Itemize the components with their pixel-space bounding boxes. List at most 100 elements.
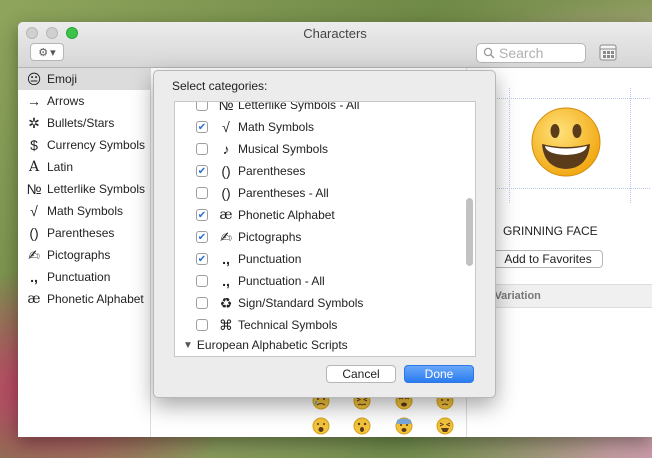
- sidebar-item-arrows[interactable]: → Arrows: [18, 90, 150, 112]
- emoji-cell[interactable]: [425, 413, 467, 437]
- checkbox[interactable]: [196, 102, 208, 111]
- punctuation-icon: .,: [222, 273, 230, 289]
- sidebar-item-punctuation[interactable]: ., Punctuation: [18, 266, 150, 288]
- sidebar-item-currency-symbols[interactable]: $ Currency Symbols: [18, 134, 150, 156]
- list-item-label: Math Symbols: [238, 120, 315, 134]
- list-item[interactable]: ✔ () Parentheses: [175, 160, 455, 182]
- sidebar-item-label: Letterlike Symbols: [47, 182, 146, 196]
- sidebar-item-letterlike-symbols[interactable]: № Letterlike Symbols: [18, 178, 150, 200]
- sidebar-item-label: Bullets/Stars: [47, 116, 115, 130]
- list-item-label: Musical Symbols: [238, 142, 329, 156]
- checkbox[interactable]: ✔: [196, 253, 208, 265]
- frowning-open-mouth-face-icon: [312, 417, 330, 434]
- chevron-down-icon: ▾: [50, 46, 56, 59]
- cancel-button[interactable]: Cancel: [326, 365, 396, 383]
- parentheses-icon: (): [221, 185, 231, 201]
- sidebar-item-phonetic-alphabet[interactable]: æ Phonetic Alphabet: [18, 288, 150, 310]
- sidebar-item-pictographs[interactable]: ✍ Pictographs: [18, 244, 150, 266]
- writing-hand-icon: ✍: [28, 246, 40, 263]
- checkbox[interactable]: ✔: [196, 165, 208, 177]
- sidebar-item-bullets-stars[interactable]: ✲ Bullets/Stars: [18, 112, 150, 134]
- sidebar-item-parentheses[interactable]: () Parentheses: [18, 222, 150, 244]
- list-item[interactable]: ⌘ Technical Symbols: [175, 314, 455, 336]
- search-icon: [483, 47, 495, 59]
- numero-icon: №: [26, 181, 42, 197]
- search-field[interactable]: Search: [476, 43, 586, 63]
- character-preview: [468, 88, 650, 203]
- tired-face-icon: [436, 417, 454, 434]
- category-group-header[interactable]: ▼ European Alphabetic Scripts: [183, 338, 348, 352]
- checkbox[interactable]: [196, 319, 208, 331]
- square-root-icon: √: [30, 203, 38, 219]
- list-item[interactable]: ✔ ✍ Pictographs: [175, 226, 455, 248]
- emoji-icon: 😐: [26, 70, 42, 87]
- sidebar-item-label: Latin: [47, 160, 74, 174]
- popover-title: Select categories:: [172, 79, 268, 93]
- character-name: GRINNING FACE: [503, 224, 598, 238]
- search-placeholder: Search: [499, 45, 544, 61]
- writing-hand-icon: ✍: [220, 228, 232, 245]
- grinning-face-icon: [531, 107, 601, 177]
- square-root-icon: √: [222, 119, 230, 135]
- emoji-cell[interactable]: [300, 413, 342, 437]
- group-label: European Alphabetic Scripts: [196, 338, 348, 352]
- list-item[interactable]: ✔ æ Phonetic Alphabet: [175, 204, 455, 226]
- latin-icon: A: [28, 159, 40, 175]
- sidebar-item-label: Emoji: [47, 72, 78, 86]
- dollar-icon: $: [30, 137, 38, 153]
- arrow-icon: →: [27, 93, 41, 109]
- list-item[interactable]: ✔ √ Math Symbols: [175, 116, 455, 138]
- done-button[interactable]: Done: [404, 365, 474, 383]
- sidebar-item-label: Parentheses: [47, 226, 115, 240]
- sidebar-item-label: Math Symbols: [47, 204, 124, 218]
- checkbox[interactable]: [196, 187, 208, 199]
- list-item-label: Pictographs: [238, 230, 302, 244]
- action-menu-button[interactable]: ⚙ ▾: [30, 43, 64, 61]
- list-item-label: Sign/Standard Symbols: [238, 296, 364, 310]
- list-item-label: Punctuation - All: [238, 274, 325, 288]
- ae-ligature-icon: æ: [27, 291, 41, 307]
- list-item[interactable]: № Letterlike Symbols - All: [175, 101, 455, 116]
- categories-list: № Letterlike Symbols - All ✔ √ Math Symbols…: [174, 101, 476, 357]
- list-item[interactable]: ., Punctuation - All: [175, 270, 455, 292]
- list-item[interactable]: () Parentheses - All: [175, 182, 455, 204]
- command-key-icon: ⌘: [219, 316, 233, 333]
- sidebar-item-label: Currency Symbols: [47, 138, 146, 152]
- emoji-cell[interactable]: [383, 413, 425, 437]
- music-note-icon: ♪: [222, 141, 230, 157]
- list-item[interactable]: ♪ Musical Symbols: [175, 138, 455, 160]
- gear-icon: ⚙: [38, 46, 49, 59]
- checkbox[interactable]: [196, 275, 208, 287]
- list-item[interactable]: ✔., Punctuation: [175, 248, 455, 270]
- sidebar-item-math-symbols[interactable]: √ Math Symbols: [18, 200, 150, 222]
- disclosure-triangle-icon[interactable]: ▼: [183, 340, 193, 351]
- star-icon: ✲: [28, 114, 40, 131]
- list-item-label: Letterlike Symbols - All: [238, 101, 360, 112]
- title-bar: Characters ⚙ ▾ Search: [18, 22, 652, 68]
- sidebar-item-label: Punctuation: [47, 270, 111, 284]
- sidebar-item-label: Arrows: [47, 94, 85, 108]
- list-item-label: Punctuation: [238, 252, 302, 266]
- emoji-cell[interactable]: [342, 413, 384, 437]
- scrollbar-thumb[interactable]: [466, 198, 473, 266]
- ae-ligature-icon: æ: [219, 207, 233, 223]
- checkbox[interactable]: ✔: [196, 209, 208, 221]
- punctuation-icon: .,: [222, 251, 230, 267]
- checkbox[interactable]: [196, 297, 208, 309]
- add-to-favorites-button[interactable]: Add to Favorites: [493, 250, 603, 268]
- parentheses-icon: (): [221, 163, 231, 179]
- list-item-label: Parentheses - All: [238, 186, 329, 200]
- list-item-label: Parentheses: [238, 164, 306, 178]
- checkbox[interactable]: [196, 143, 208, 155]
- checkbox[interactable]: ✔: [196, 121, 208, 133]
- list-item-label: Technical Symbols: [238, 318, 338, 332]
- checkbox[interactable]: ✔: [196, 231, 208, 243]
- list-item[interactable]: ♻ Sign/Standard Symbols: [175, 292, 455, 314]
- anguished-face-icon: [353, 417, 371, 434]
- sidebar-item-emoji[interactable]: 😐 Emoji: [18, 68, 150, 90]
- character-viewer-icon[interactable]: [599, 44, 617, 61]
- sidebar-item-latin[interactable]: A Latin: [18, 156, 150, 178]
- category-sidebar: 😐 Emoji → Arrows ✲ Bullets/Stars $ Currency …: [18, 68, 151, 437]
- fearful-face-icon: [395, 417, 413, 434]
- list-item-label: Phonetic Alphabet: [238, 208, 335, 222]
